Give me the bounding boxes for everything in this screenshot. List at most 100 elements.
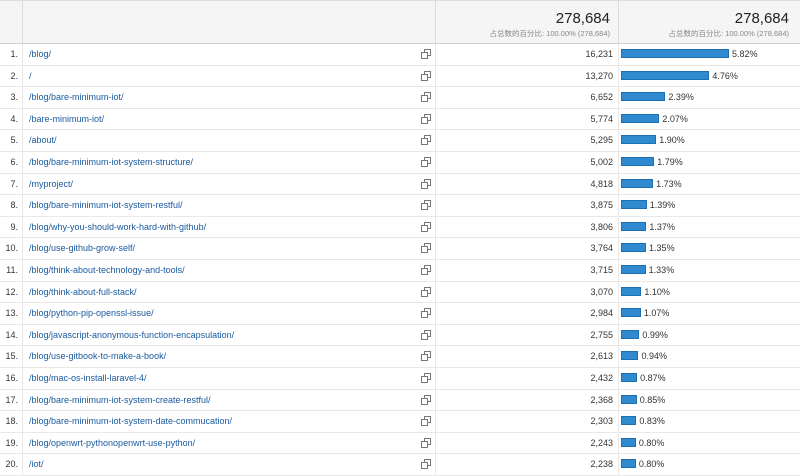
- open-in-new-window-icon[interactable]: [421, 49, 431, 59]
- share-percent: 0.87%: [640, 372, 666, 383]
- open-in-new-window-icon[interactable]: [421, 221, 431, 232]
- page-cell: /: [22, 65, 436, 87]
- page-link[interactable]: /blog/python-pip-openssl-issue/: [29, 308, 154, 318]
- share-percent: 1.90%: [659, 135, 685, 146]
- pageviews-cell: 13,270: [435, 65, 619, 87]
- page-link[interactable]: /bare-minimum-iot/: [29, 114, 104, 124]
- share-bar: [621, 286, 642, 296]
- pageviews-value: 3,715: [590, 264, 613, 275]
- page-link[interactable]: /blog/: [29, 49, 51, 59]
- page-link[interactable]: /blog/openwrt-pythonopenwrt-use-python/: [29, 438, 195, 448]
- pageviews-cell: 3,070: [435, 281, 619, 303]
- share-percent: 1.10%: [644, 286, 670, 297]
- page-link[interactable]: /about/: [29, 135, 57, 145]
- pageviews-value: 3,764: [590, 243, 613, 254]
- page-link[interactable]: /blog/bare-minimum-iot-system-restful/: [29, 200, 183, 210]
- share-cell: 1.73%: [618, 173, 800, 195]
- share-percent: 1.79%: [657, 156, 683, 167]
- row-index-cell: 3.: [0, 87, 22, 108]
- page-link[interactable]: /iot/: [29, 459, 44, 469]
- table-row: 2. / 13,270 4.76%: [0, 65, 800, 88]
- open-in-new-window-icon[interactable]: [421, 113, 431, 124]
- row-index-cell: 19.: [0, 433, 22, 454]
- row-index: 20.: [5, 459, 18, 470]
- share-cell: 5.82%: [618, 44, 800, 65]
- row-index-cell: 15.: [0, 346, 22, 367]
- page-link[interactable]: /blog/think-about-technology-and-tools/: [29, 265, 185, 275]
- share-percent: 1.35%: [649, 243, 675, 254]
- row-index: 16.: [5, 372, 18, 383]
- share-cell: 1.90%: [618, 130, 800, 151]
- row-index: 10.: [5, 243, 18, 254]
- pageviews-value: 4,818: [590, 178, 613, 189]
- share-cell: 0.85%: [618, 389, 800, 411]
- page-link[interactable]: /blog/bare-minimum-iot/: [29, 92, 124, 102]
- share-cell: 4.76%: [618, 65, 800, 87]
- open-in-new-window-icon[interactable]: [421, 372, 431, 383]
- open-in-new-window-icon[interactable]: [421, 329, 431, 340]
- share-percent: 1.07%: [643, 308, 670, 319]
- open-in-new-window-icon[interactable]: [421, 264, 431, 275]
- share-bar: [621, 70, 710, 80]
- share-bar: [621, 243, 647, 253]
- table-row: 3. /blog/bare-minimum-iot/ 6,652 2.39%: [0, 87, 800, 109]
- page-link[interactable]: /blog/use-github-grow-self/: [29, 243, 135, 253]
- open-in-new-window-icon[interactable]: [421, 70, 431, 81]
- open-in-new-window-icon[interactable]: [421, 416, 431, 427]
- share-bar: [621, 156, 655, 166]
- open-in-new-window-icon[interactable]: [421, 200, 431, 211]
- open-in-new-window-icon[interactable]: [421, 351, 431, 362]
- table-row: 1. /blog/ 16,231 5.82%: [0, 44, 800, 66]
- share-bar: [621, 135, 657, 145]
- page-link[interactable]: /blog/why-you-should-work-hard-with-gith…: [29, 222, 206, 232]
- pageviews-cell: 3,764: [435, 238, 619, 259]
- open-in-new-window-icon[interactable]: [421, 135, 431, 146]
- open-in-new-window-icon[interactable]: [421, 286, 431, 297]
- share-bar: [621, 329, 640, 339]
- table-row: 12. /blog/think-about-full-stack/ 3,070 …: [0, 281, 800, 304]
- page-link[interactable]: /blog/mac-os-install-laravel-4/: [29, 373, 147, 383]
- share-cell: 2.39%: [618, 87, 800, 108]
- table-row: 6. /blog/bare-minimum-iot-system-structu…: [0, 151, 800, 174]
- pageviews-value: 3,875: [590, 200, 613, 211]
- share-bar: [621, 264, 646, 274]
- row-index: 4.: [10, 113, 18, 124]
- pageviews-value: 2,243: [590, 437, 613, 448]
- page-cell: /bare-minimum-iot/: [22, 108, 436, 130]
- share-bar: [621, 351, 639, 361]
- page-link[interactable]: /blog/use-gitbook-to-make-a-book/: [29, 351, 166, 361]
- share-cell: 1.33%: [618, 259, 800, 281]
- pageviews-value: 2,303: [590, 416, 613, 427]
- open-in-new-window-icon[interactable]: [421, 92, 431, 103]
- open-in-new-window-icon[interactable]: [421, 437, 431, 448]
- table-row: 5. /about/ 5,295 1.90%: [0, 130, 800, 152]
- pageviews-value: 3,806: [590, 221, 613, 232]
- open-in-new-window-icon[interactable]: [421, 243, 431, 254]
- page-link[interactable]: /blog/bare-minimum-iot-system-create-res…: [29, 395, 211, 405]
- share-percent: 0.85%: [639, 394, 666, 405]
- share-bar: [621, 200, 647, 210]
- page-link[interactable]: /blog/bare-minimum-iot-system-structure/: [29, 157, 193, 167]
- row-index: 18.: [5, 416, 18, 427]
- page-cell: /blog/use-github-grow-self/: [22, 238, 436, 259]
- page-link[interactable]: /blog/bare-minimum-iot-system-date-commu…: [29, 416, 232, 426]
- open-in-new-window-icon[interactable]: [421, 459, 431, 470]
- open-in-new-window-icon[interactable]: [421, 178, 431, 189]
- row-index-cell: 9.: [0, 217, 22, 238]
- table-row: 11. /blog/think-about-technology-and-too…: [0, 259, 800, 282]
- table-row: 13. /blog/python-pip-openssl-issue/ 2,98…: [0, 303, 800, 325]
- share-bar: [621, 394, 637, 404]
- page-link[interactable]: /myproject/: [29, 179, 73, 189]
- page-link[interactable]: /blog/javascript-anonymous-function-enca…: [29, 330, 234, 340]
- table-row: 16. /blog/mac-os-install-laravel-4/ 2,43…: [0, 367, 800, 390]
- page-cell: /iot/: [22, 454, 436, 475]
- open-in-new-window-icon[interactable]: [421, 156, 431, 167]
- open-in-new-window-icon[interactable]: [421, 394, 431, 405]
- row-index-cell: 14.: [0, 325, 22, 346]
- table-row: 19. /blog/openwrt-pythonopenwrt-use-pyth…: [0, 432, 800, 455]
- row-index-cell: 12.: [0, 282, 22, 303]
- page-cell: /blog/openwrt-pythonopenwrt-use-python/: [22, 432, 436, 454]
- page-link[interactable]: /blog/think-about-full-stack/: [29, 287, 137, 297]
- page-link[interactable]: /: [29, 71, 32, 81]
- open-in-new-window-icon[interactable]: [421, 308, 431, 319]
